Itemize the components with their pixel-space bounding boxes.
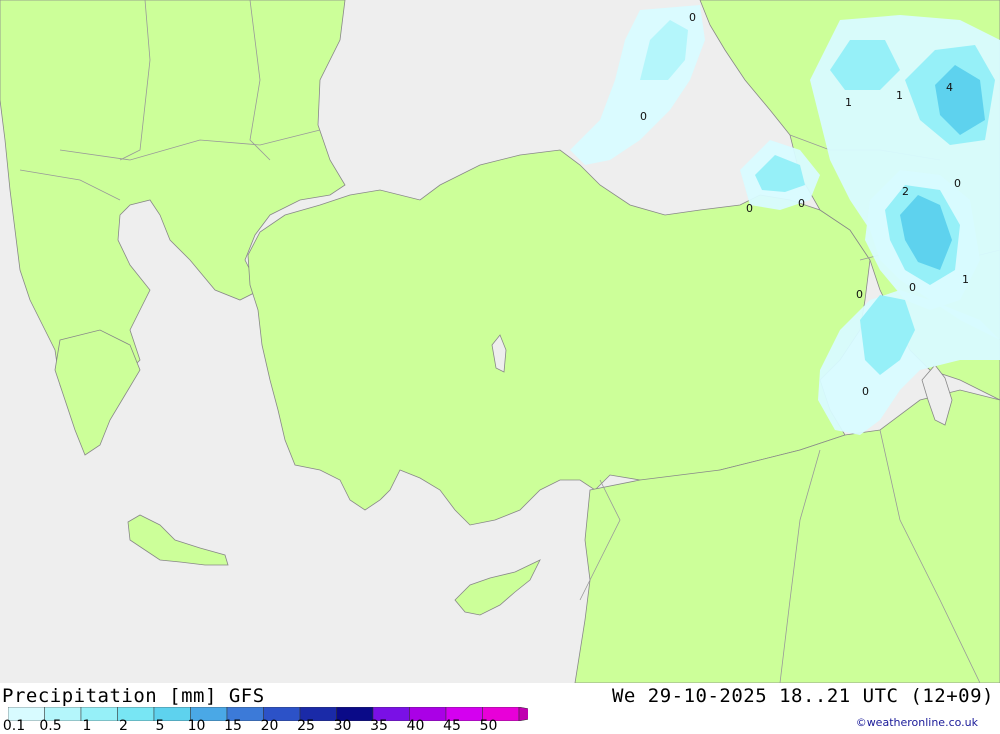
legend-label: 30	[333, 718, 352, 734]
map-title: Precipitation [mm] GFS	[2, 685, 265, 707]
valid-time: We 29-10-2025 18..21 UTC (12+09)	[611, 685, 994, 707]
map-label: 0	[954, 177, 961, 190]
map-footer: Precipitation [mm] GFS We 29-10-2025 18.…	[0, 683, 1000, 734]
map-label: 1	[896, 89, 903, 102]
legend-swatch-arrow	[518, 707, 528, 721]
legend-label: 40	[406, 718, 425, 734]
credit-link[interactable]: ©weatheronline.co.uk	[856, 716, 978, 729]
map-label: 0	[689, 11, 696, 24]
legend-label: 2	[119, 718, 128, 734]
legend-label: 50	[479, 718, 498, 734]
legend-label: 5	[155, 718, 165, 734]
map-label: 0	[909, 281, 916, 294]
precipitation-map: 0 0 0 0 1 1 4 2 0 0 1 0 0	[0, 0, 1000, 684]
map-label: 0	[640, 110, 647, 123]
map-label: 1	[962, 273, 969, 286]
map-canvas: 0 0 0 0 1 1 4 2 0 0 1 0 0	[0, 0, 1000, 684]
map-label: 0	[746, 202, 753, 215]
map-label: 0	[798, 197, 805, 210]
map-label: 0	[856, 288, 863, 301]
legend-label: 25	[297, 718, 315, 734]
legend-label: 15	[224, 718, 242, 734]
map-label: 1	[845, 96, 852, 109]
legend-label: 0.5	[39, 718, 62, 734]
map-label: 2	[902, 185, 909, 198]
legend-label: 35	[370, 718, 388, 734]
legend-label: 1	[82, 718, 92, 734]
map-label: 4	[946, 81, 953, 94]
map-label: 0	[862, 385, 869, 398]
legend-label: 0.1	[2, 718, 26, 734]
legend-label: 20	[260, 718, 279, 734]
legend-label: 10	[187, 718, 206, 734]
legend-label: 45	[443, 718, 461, 734]
